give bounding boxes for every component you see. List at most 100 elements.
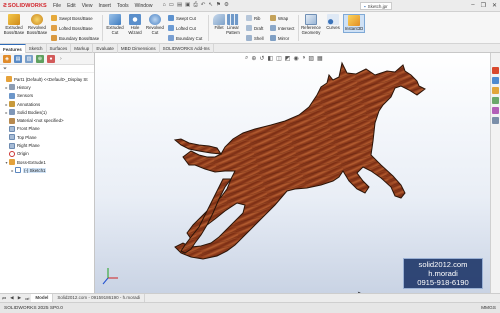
design-library-icon[interactable] [492,77,499,84]
menu-edit[interactable]: Edit [67,3,76,9]
tree-item-sensors[interactable]: Sensors [0,92,94,100]
tree-item-front-plane[interactable]: Front Plane [0,125,94,133]
tree-item-material[interactable]: Material <not specified> [0,116,94,124]
intersect-button[interactable]: Intersect [270,24,294,32]
tree-item-annotations[interactable]: ▸ Annotations [0,100,94,108]
horse-body[interactable] [174,61,426,260]
tree-item-right-plane[interactable]: Right Plane [0,141,94,149]
previous-tab-icon[interactable]: ◀ [8,295,16,301]
dimxpert-tab-icon[interactable]: ⊕ [36,54,44,63]
curves-button[interactable]: Curves [322,14,344,31]
lofted-boss-button[interactable]: Lofted Boss/Base [51,24,99,32]
tree-item-part1[interactable]: Part1 (Default) <<Default>_Display St [0,75,94,83]
swept-boss-button[interactable]: Swept Boss/Base [51,14,99,22]
tab-features[interactable]: Features [0,44,26,53]
feature-tree-tab-icon[interactable]: ◈ [3,54,11,63]
feature-tools-column: Rib Draft Shell [246,14,264,42]
units-selector[interactable]: MMGS [481,306,496,311]
horse-tail[interactable] [173,138,223,155]
document-icon: ▪ [364,3,366,9]
custom-properties-icon[interactable] [492,117,499,124]
rib-button[interactable]: Rib [246,14,264,22]
tab-sketch[interactable]: Sketch [26,44,47,53]
extruded-boss-button[interactable]: Extruded Boss/Base [3,14,25,35]
tree-item-label: Sensors [17,93,34,99]
shell-button[interactable]: Shell [246,34,264,42]
appearances-icon[interactable] [492,107,499,114]
tab-model[interactable]: Model [31,294,54,302]
hole-wizard-button[interactable]: Hole Wizard [124,14,146,35]
tree-item-top-plane[interactable]: Top Plane [0,133,94,141]
property-manager-tab-icon[interactable]: ▤ [14,54,22,63]
last-tab-icon[interactable]: ⏭ [23,296,31,301]
print-icon[interactable]: ⎙ [193,2,197,9]
tab-solidworks-addins[interactable]: SOLIDWORKS Add-Ins [160,44,214,53]
solidworks-resources-icon[interactable] [492,67,499,74]
menu-file[interactable]: File [53,3,61,9]
file-explorer-icon[interactable] [492,87,499,94]
horse-model[interactable] [95,53,490,293]
restore-icon[interactable]: ❐ [481,2,486,9]
new-document-icon[interactable]: ▭ [169,2,174,9]
boundary-cut-button[interactable]: Boundary Cut [168,34,202,42]
ds-logo-icon: ƨ [3,2,7,9]
sensor-icon [9,92,15,99]
wrap-button[interactable]: Wrap [270,14,294,22]
options-gear-icon[interactable]: ⚙ [224,2,229,9]
rebuild-icon[interactable]: ⚑ [216,2,221,9]
save-icon[interactable]: ▣ [185,2,190,9]
menu-insert[interactable]: Insert [98,3,111,9]
swept-boss-label: Swept Boss/Base [59,15,93,21]
menu-tools[interactable]: Tools [117,3,129,9]
tab-markup[interactable]: Markup [71,44,94,53]
reference-geometry-button[interactable]: Reference Geometry [300,14,322,35]
close-icon[interactable]: ✕ [492,2,497,9]
tree-item-history[interactable]: ▸ History [0,83,94,91]
document-name: Sketch.jpr [367,3,388,9]
instant3d-button[interactable]: Instant3D [343,14,365,33]
tree-item-label: (-) Sketch1 [23,167,47,173]
revolved-cut-button[interactable]: Revolved Cut [144,14,166,35]
lofted-cut-button[interactable]: Lofted Cut [168,24,202,32]
lofted-boss-label: Lofted Boss/Base [59,25,93,31]
minimize-icon[interactable]: – [471,2,474,9]
tab-evaluate[interactable]: Evaluate [93,44,118,53]
menu-window[interactable]: Window [135,3,153,9]
undo-icon[interactable]: ↶ [201,2,206,9]
menu-view[interactable]: View [82,3,93,9]
revolved-cut-icon [149,14,161,25]
tab-mbd-dimensions[interactable]: MBD Dimensions [118,44,160,53]
status-bar: SOLIDWORKS 2025 SP0.0 MMGS [0,302,500,313]
tree-item-label: Part1 (Default) <<Default>_Display St [14,76,88,82]
graphics-area[interactable]: ⌕ ⊕ ↺ ◧ ◫ ◩ ◉ ◑ ▨ ▦ solid2012.com h.mora… [95,53,490,293]
tree-item-origin[interactable]: Origin [0,150,94,158]
solidworks-logo[interactable]: ƨ SOLIDWORKS [3,2,51,9]
configuration-manager-tab-icon[interactable]: ▥ [25,54,33,63]
tab-motion-study[interactable]: Solid2012.com - 09159186190 - h.moradi [53,294,146,302]
linear-pattern-button[interactable]: Linear Pattern [222,14,244,35]
expand-panel-icon[interactable]: › [60,56,62,62]
draft-button[interactable]: Draft [246,24,264,32]
display-manager-tab-icon[interactable]: ● [47,54,55,63]
select-arrow-icon[interactable]: ↖ [208,2,213,9]
tree-item-boss-extrude1[interactable]: ▾ Boss-Extrude1 [0,158,94,166]
material-icon [9,117,15,124]
tab-surfaces[interactable]: Surfaces [47,44,72,53]
extruded-cut-button[interactable]: Extruded Cut [104,14,126,35]
task-pane-strip [490,53,500,293]
next-tab-icon[interactable]: ▶ [16,295,24,301]
view-palette-icon[interactable] [492,97,499,104]
revolved-boss-button[interactable]: Revolved Boss/Base [26,14,48,35]
tree-item-label: Material <not specified> [17,118,64,124]
shell-icon [246,35,252,41]
tree-item-sketch1[interactable]: ▸ (-) Sketch1 [0,166,94,174]
swept-cut-button[interactable]: Swept Cut [168,14,202,22]
document-title[interactable]: ▪ Sketch.jpr [360,2,392,10]
tree-filter[interactable]: ⏷ [0,65,94,73]
mirror-button[interactable]: Mirror [270,34,294,42]
tree-item-solid-bodies[interactable]: ▸ Solid Bodies(1) [0,108,94,116]
home-icon[interactable]: ⌂ [162,2,165,9]
boundary-boss-button[interactable]: Boundary Boss/Base [51,34,99,42]
first-tab-icon[interactable]: ⏮ [0,296,8,301]
open-folder-icon[interactable]: ▤ [177,2,182,9]
